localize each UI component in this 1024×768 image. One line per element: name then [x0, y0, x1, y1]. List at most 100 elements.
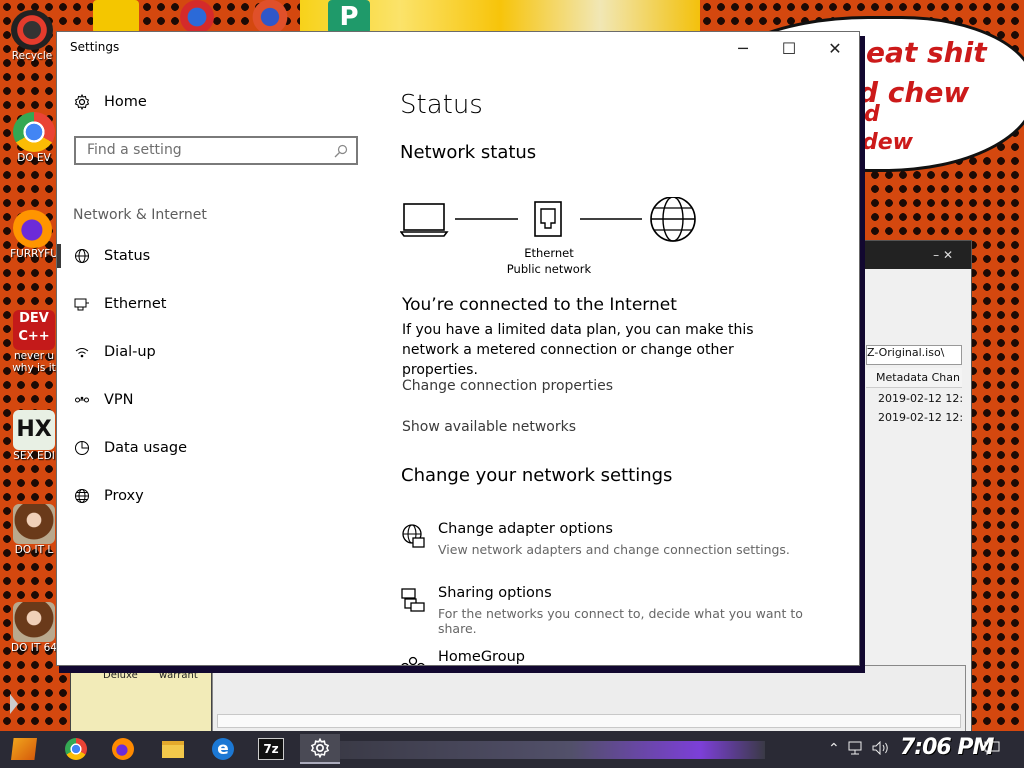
sidebar-item-vpn[interactable]: VPN [74, 385, 364, 415]
option-title: Sharing options [438, 585, 552, 601]
taskbar-settings[interactable] [300, 734, 340, 764]
search-icon [334, 144, 348, 158]
minimize-button[interactable]: ─ [720, 32, 766, 64]
globe-network-icon [74, 248, 90, 264]
laptop-icon [400, 203, 449, 237]
sidebar-item-label: Status [104, 248, 151, 264]
desktop-icon-hex-editor[interactable]: HX SEX EDI [6, 410, 62, 462]
volume-icon [872, 740, 888, 756]
file-explorer-icon [162, 740, 184, 758]
connection-status-title: You’re connected to the Internet [402, 295, 677, 315]
nav-home[interactable]: Home [74, 94, 147, 110]
horizontal-scrollbar[interactable] [217, 714, 961, 728]
start-button[interactable] [8, 734, 40, 764]
taskbar-clock[interactable]: 7:06 PM [900, 735, 994, 760]
column-header[interactable]: Metadata Chan [866, 368, 962, 388]
desktop-app-icon[interactable] [246, 0, 294, 34]
volume-tray-button[interactable] [872, 740, 890, 759]
taskbar-file-explorer[interactable] [157, 734, 189, 764]
sidebar-item-proxy[interactable]: Proxy [74, 481, 364, 511]
change-connection-properties-link[interactable]: Change connection properties [402, 378, 613, 394]
page-title: Status [400, 90, 483, 120]
background-window-titlebar[interactable]: – ✕ [861, 241, 971, 269]
file-row-date[interactable]: 2019-02-12 12:3 [878, 411, 962, 424]
desktop-icon-devcpp[interactable]: DEV C++ never u why is it [6, 310, 62, 374]
desktop-icon-label: DO IT L [14, 544, 54, 556]
maximize-icon: ☐ [781, 38, 797, 58]
bubble-text: dew [862, 130, 913, 155]
globe-icon [74, 488, 90, 504]
desktop-icon-label: Recycle [11, 50, 53, 62]
sidebar-item-label: Dial-up [104, 344, 156, 360]
path-combobox[interactable]: Z-Original.iso\ [866, 345, 962, 365]
show-hidden-icons-button[interactable]: ⌃ [828, 741, 840, 757]
sidebar-item-status[interactable]: Status [74, 241, 364, 271]
taskbar-chrome[interactable] [60, 734, 92, 764]
desktop-icon-firefox[interactable]: FURRYFU [6, 208, 62, 260]
sidebar-item-label: Proxy [104, 488, 144, 504]
sidebar-item-label: VPN [104, 392, 134, 408]
option-title: HomeGroup [438, 649, 525, 665]
taskbar-7zip[interactable]: 7z [255, 734, 287, 764]
path-text: Z-Original.iso\ [867, 346, 945, 359]
homegroup-option[interactable]: HomeGroup [400, 649, 840, 665]
desktop-icon-label: DO EV [17, 152, 51, 164]
desktop-app-icon[interactable] [93, 0, 139, 34]
action-center-button[interactable] [984, 741, 1000, 759]
window-title: Settings [70, 40, 120, 54]
desktop-icon-portrait-2[interactable]: DO IT 64 [6, 602, 62, 654]
desktop-icon-label: FURRYFU [10, 248, 58, 260]
desktop-app-icon[interactable] [172, 0, 222, 34]
settings-window: Settings ─ ☐ ✕ Home Network & Internet S… [57, 32, 859, 665]
sidebar-item-label: Data usage [104, 440, 187, 456]
notification-icon [984, 741, 1000, 755]
option-title: Change adapter options [438, 521, 613, 537]
sharing-options[interactable]: Sharing options For the networks you con… [400, 585, 840, 636]
show-available-networks-link[interactable]: Show available networks [402, 419, 576, 435]
recycle-bin-icon [11, 10, 53, 50]
7zip-icon: 7z [258, 738, 284, 760]
sticky-note: Deluxe warrant [70, 665, 212, 733]
minimize-icon: ─ [738, 38, 748, 58]
desktop-icon-recycle-bin[interactable]: Recycle [4, 10, 60, 62]
close-icon: ✕ [828, 38, 842, 58]
change-adapter-options[interactable]: Change adapter options View network adap… [400, 521, 840, 565]
change-settings-heading: Change your network settings [401, 465, 673, 486]
file-row-date[interactable]: 2019-02-12 12:4 [878, 392, 962, 405]
desktop-icon-portrait-1[interactable]: DO IT L [6, 504, 62, 556]
background-window[interactable]: – ✕ [860, 240, 972, 732]
search-input[interactable] [85, 141, 329, 159]
taskbar-firefox[interactable] [107, 734, 139, 764]
homegroup-icon [401, 656, 425, 665]
network-tray-button[interactable] [848, 741, 864, 759]
active-indicator [57, 244, 61, 268]
mouse-cursor [10, 694, 18, 714]
chevron-up-icon: ⌃ [828, 741, 840, 757]
internet-globe-icon [650, 197, 696, 242]
sidebar-item-data-usage[interactable]: Data usage [74, 433, 364, 463]
edge-icon: e [212, 738, 234, 760]
settings-icon [310, 738, 330, 758]
adapter-icon [402, 524, 425, 548]
sidebar-item-dial-up[interactable]: Dial-up [74, 337, 364, 367]
background-window-bottom [212, 665, 966, 733]
desktop-icon-label: SEX EDI [13, 450, 55, 462]
data-usage-icon [74, 440, 90, 456]
publisher-icon[interactable]: P [328, 0, 370, 34]
network-type: Public network [506, 262, 592, 276]
sidebar-item-ethernet[interactable]: Ethernet [74, 289, 364, 319]
option-description: For the networks you connect to, decide … [438, 606, 803, 636]
taskbar-edge[interactable]: e [207, 734, 239, 764]
ethernet-icon [74, 296, 90, 312]
chrome-icon [13, 112, 55, 152]
sharing-icon [401, 588, 425, 612]
sticky-note-text: warrant [159, 670, 198, 681]
title-bar[interactable]: Settings ─ ☐ ✕ [57, 32, 859, 64]
taskbar-decoration [335, 741, 765, 759]
bubble-text: d [864, 102, 880, 127]
maximize-button[interactable]: ☐ [766, 32, 812, 64]
desktop-icon-chrome[interactable]: DO EV [6, 112, 62, 164]
close-button[interactable]: ✕ [812, 32, 858, 64]
desktop-icon-label: DO IT 64 [11, 642, 57, 654]
search-box[interactable] [74, 136, 358, 165]
